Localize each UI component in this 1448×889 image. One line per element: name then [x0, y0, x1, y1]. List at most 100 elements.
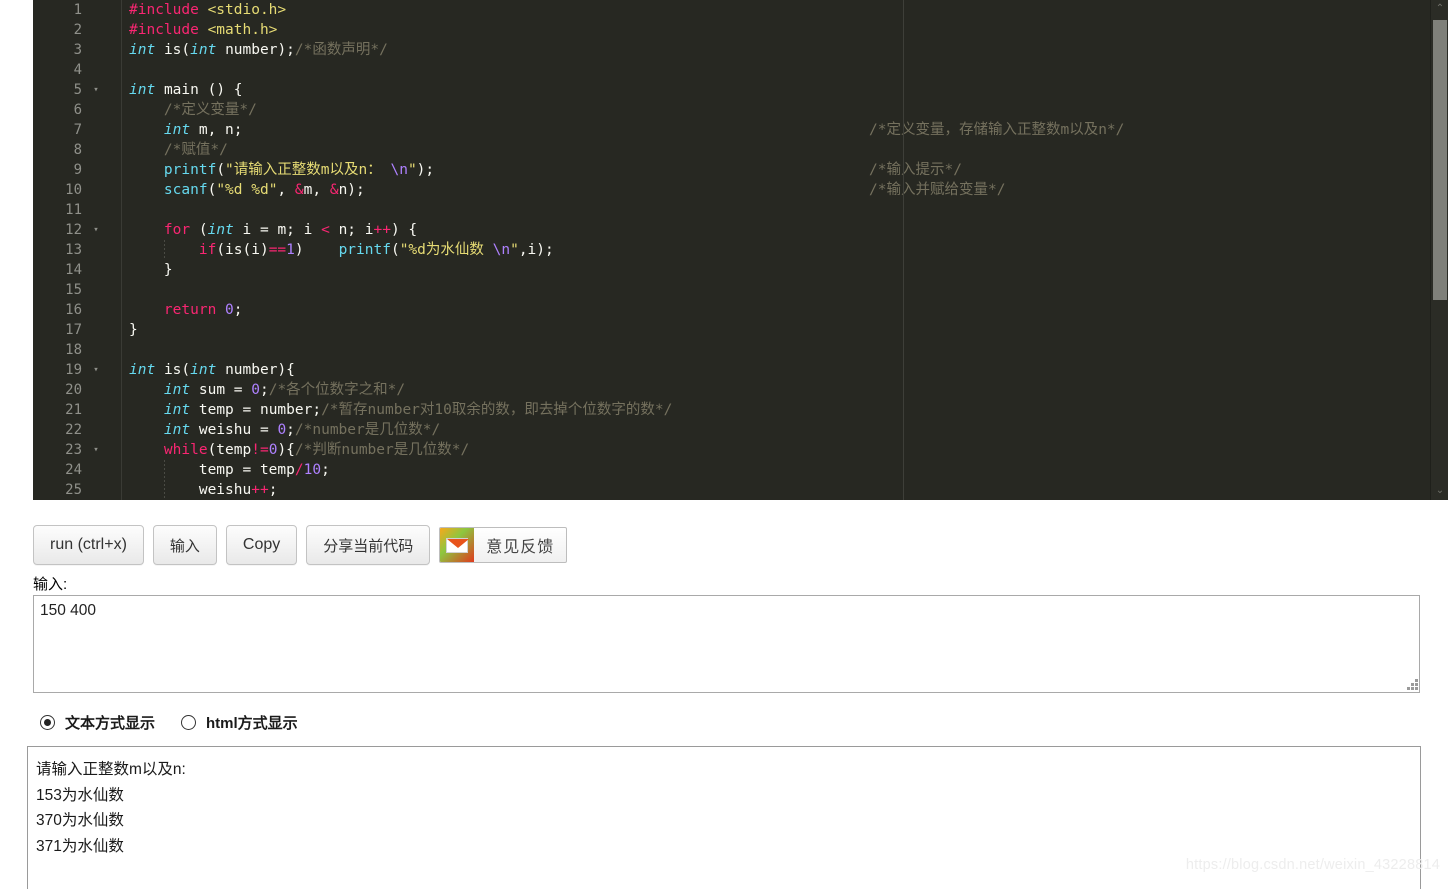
- scroll-up-arrow-icon[interactable]: ⌃: [1431, 0, 1448, 18]
- gutter-separator: [121, 200, 122, 220]
- line-number[interactable]: 23: [33, 440, 88, 460]
- line-number[interactable]: 7: [33, 120, 88, 140]
- line-number[interactable]: 20: [33, 380, 88, 400]
- gutter-separator: [121, 140, 122, 160]
- code-text: scanf("%d %d", &m, &n);: [163, 182, 365, 198]
- envelope-icon: [440, 528, 475, 562]
- radio-html-mode-label: html方式显示: [206, 715, 298, 732]
- gutter-separator: [121, 180, 122, 200]
- gutter-separator: [121, 160, 122, 180]
- output-line: 370为水仙数: [36, 812, 124, 829]
- code-line: 25 weishu++;: [33, 480, 1415, 500]
- code-line: 10 scanf("%d %d", &m, &n); /*输入并赋给变量*/: [33, 180, 1415, 200]
- radio-html-mode-indicator[interactable]: [181, 715, 197, 730]
- gutter-separator: [121, 320, 122, 340]
- code-text: int m, n;: [163, 122, 243, 138]
- code-line: 22 int weishu = 0;/*number是几位数*/: [33, 420, 1415, 440]
- fold-toggle-icon[interactable]: ▾: [90, 220, 102, 240]
- radio-text-mode-label: 文本方式显示: [65, 715, 156, 732]
- run-button[interactable]: run (ctrl+x): [33, 525, 144, 565]
- feedback-button[interactable]: 意见反馈: [439, 527, 568, 563]
- code-text: int is(int number);/*函数声明*/: [129, 42, 388, 58]
- code-text: int weishu = 0;/*number是几位数*/: [163, 422, 441, 438]
- feedback-button-label: 意见反馈: [486, 539, 555, 556]
- scroll-down-arrow-icon[interactable]: ⌄: [1431, 482, 1448, 500]
- program-output-panel[interactable]: 请输入正整数m以及n: 153为水仙数 370为水仙数 371为水仙数: [27, 746, 1421, 889]
- line-number[interactable]: 9: [33, 160, 88, 180]
- line-number[interactable]: 2: [33, 20, 88, 40]
- code-line: 19 ▾ int is(int number){: [33, 360, 1415, 380]
- input-section-label: 输入:: [33, 576, 68, 593]
- code-line: 20 int sum = 0;/*各个位数字之和*/: [33, 380, 1415, 400]
- editor-vertical-scrollbar[interactable]: ⌃ ⌄: [1430, 0, 1448, 500]
- code-line-list: 1 #include <stdio.h> 2 #include <math.h> 3 in…: [33, 0, 1415, 500]
- line-number[interactable]: 8: [33, 140, 88, 160]
- radio-text-mode-indicator[interactable]: [40, 715, 55, 730]
- line-number[interactable]: 19: [33, 360, 88, 380]
- stdin-input[interactable]: [33, 595, 1420, 693]
- code-editor[interactable]: 1 #include <stdio.h> 2 #include <math.h> 3 in…: [33, 0, 1448, 500]
- gutter-separator: [121, 20, 122, 40]
- line-number[interactable]: 3: [33, 40, 88, 60]
- code-text: #include <stdio.h>: [129, 2, 287, 18]
- fold-toggle-icon[interactable]: ▾: [90, 360, 102, 380]
- line-number[interactable]: 5: [33, 80, 88, 100]
- radio-text-mode[interactable]: 文本方式显示: [40, 712, 155, 733]
- gutter-separator: [121, 60, 122, 80]
- code-text: if(is(i)==1) printf("%d为水仙数 \n",i);: [198, 242, 554, 258]
- code-text: }: [129, 322, 138, 338]
- code-text: int temp = number;/*暂存number对10取余的数，即去掉个…: [163, 402, 673, 418]
- line-number[interactable]: 11: [33, 200, 88, 220]
- code-text: printf("请输入正整数m以及n： \n");: [163, 162, 435, 178]
- fold-toggle-icon[interactable]: ▾: [90, 440, 102, 460]
- line-number[interactable]: 15: [33, 280, 88, 300]
- code-line: 12 ▾ for (int i = m; i < n; i++) {: [33, 220, 1415, 240]
- code-line: 17}: [33, 320, 1415, 340]
- code-line: 24 temp = temp/10;: [33, 460, 1415, 480]
- code-text: return 0;: [163, 302, 243, 318]
- code-line: 6 /*定义变量*/: [33, 100, 1415, 120]
- gutter-separator: [121, 220, 122, 240]
- code-text: /*赋值*/: [163, 142, 228, 158]
- scrollbar-thumb[interactable]: [1433, 20, 1447, 300]
- code-line: 3 int is(int number);/*函数声明*/: [33, 40, 1415, 60]
- gutter-separator: [121, 360, 122, 380]
- line-number[interactable]: 22: [33, 420, 88, 440]
- gutter-separator: [121, 80, 122, 100]
- share-code-button[interactable]: 分享当前代码: [306, 525, 431, 565]
- line-number[interactable]: 10: [33, 180, 88, 200]
- output-line-list: 请输入正整数m以及n: 153为水仙数 370为水仙数 371为水仙数: [36, 757, 1412, 859]
- line-number[interactable]: 18: [33, 340, 88, 360]
- fold-toggle-icon[interactable]: ▾: [90, 80, 102, 100]
- code-editor-content[interactable]: 1 #include <stdio.h> 2 #include <math.h> 3 in…: [33, 0, 1415, 500]
- gutter-separator: [121, 440, 122, 460]
- line-number[interactable]: 17: [33, 320, 88, 340]
- gutter-separator: [121, 340, 122, 360]
- gutter-separator: [121, 420, 122, 440]
- line-number[interactable]: 13: [33, 240, 88, 260]
- gutter-separator: [121, 280, 122, 300]
- line-number[interactable]: 1: [33, 0, 88, 20]
- line-number[interactable]: 21: [33, 400, 88, 420]
- code-text: /*定义变量*/: [163, 102, 257, 118]
- code-text: int sum = 0;/*各个位数字之和*/: [163, 382, 406, 398]
- copy-button[interactable]: Copy: [225, 525, 298, 565]
- radio-html-mode[interactable]: html方式显示: [181, 712, 298, 733]
- code-text: temp = temp/10;: [198, 462, 330, 478]
- line-number[interactable]: 12: [33, 220, 88, 240]
- input-button[interactable]: 输入: [152, 525, 217, 565]
- code-text: while(temp!=0){/*判断number是几位数*/: [163, 442, 470, 458]
- code-text: weishu++;: [198, 482, 278, 498]
- code-line: 14 }: [33, 260, 1415, 280]
- line-number[interactable]: 6: [33, 100, 88, 120]
- line-number[interactable]: 25: [33, 480, 88, 500]
- line-number[interactable]: 16: [33, 300, 88, 320]
- line-number[interactable]: 4: [33, 60, 88, 80]
- code-line: 4: [33, 60, 1415, 80]
- line-number[interactable]: 14: [33, 260, 88, 280]
- code-line: 8 /*赋值*/: [33, 140, 1415, 160]
- inline-comment: /*输入提示*/: [869, 162, 962, 178]
- code-line: 11: [33, 200, 1415, 220]
- line-number[interactable]: 24: [33, 460, 88, 480]
- indent-guide: [164, 240, 165, 260]
